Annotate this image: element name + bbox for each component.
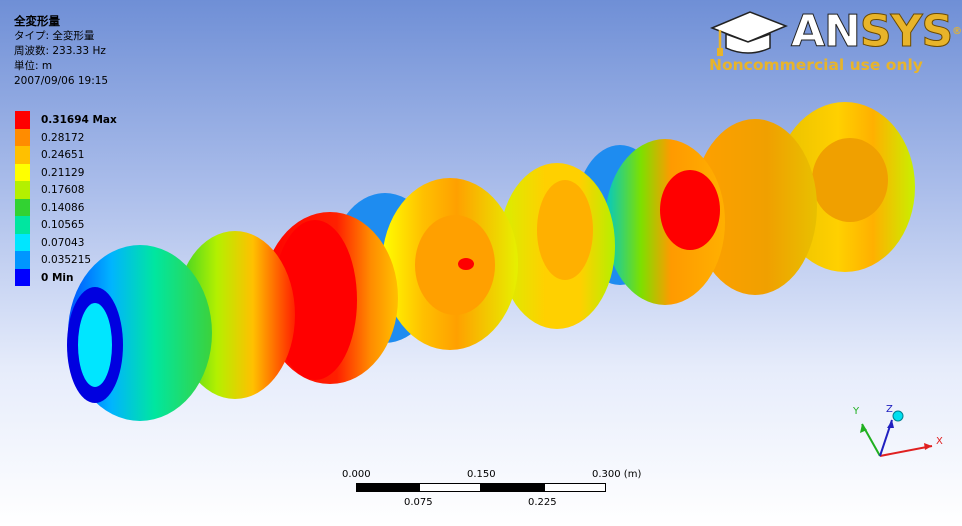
x-axis-arrowhead: [924, 443, 932, 450]
shell-opening: [78, 303, 112, 387]
x-axis-arrow: [879, 445, 933, 457]
z-axis-label: Z: [886, 404, 893, 415]
scale-label: 0.075: [404, 497, 433, 508]
z-axis-arrowhead: [887, 420, 894, 428]
scale-segment: [419, 483, 481, 492]
scale-bar: 0.000 0.150 0.300 (m) 0.075 0.225: [330, 466, 660, 516]
scale-label: 0.150: [467, 469, 496, 480]
shell-lobe: [660, 170, 720, 250]
deformed-model-view[interactable]: [0, 0, 962, 526]
scale-label: 0.000: [342, 469, 371, 480]
scale-segment: [544, 483, 606, 492]
scale-label: 0.225: [528, 497, 557, 508]
scale-label: 0.300 (m): [592, 469, 642, 480]
shell-lobe: [458, 258, 474, 270]
y-axis-label: Y: [852, 406, 860, 417]
scale-segment: [481, 483, 544, 492]
shell-lobe: [812, 138, 888, 222]
scale-segment: [356, 483, 419, 492]
coordinate-triad[interactable]: X Y Z: [840, 396, 955, 466]
shell-lobe: [415, 215, 495, 315]
x-axis-label: X: [936, 436, 943, 447]
shell-lobe: [537, 180, 593, 280]
triad-iso-ball[interactable]: [892, 410, 904, 422]
